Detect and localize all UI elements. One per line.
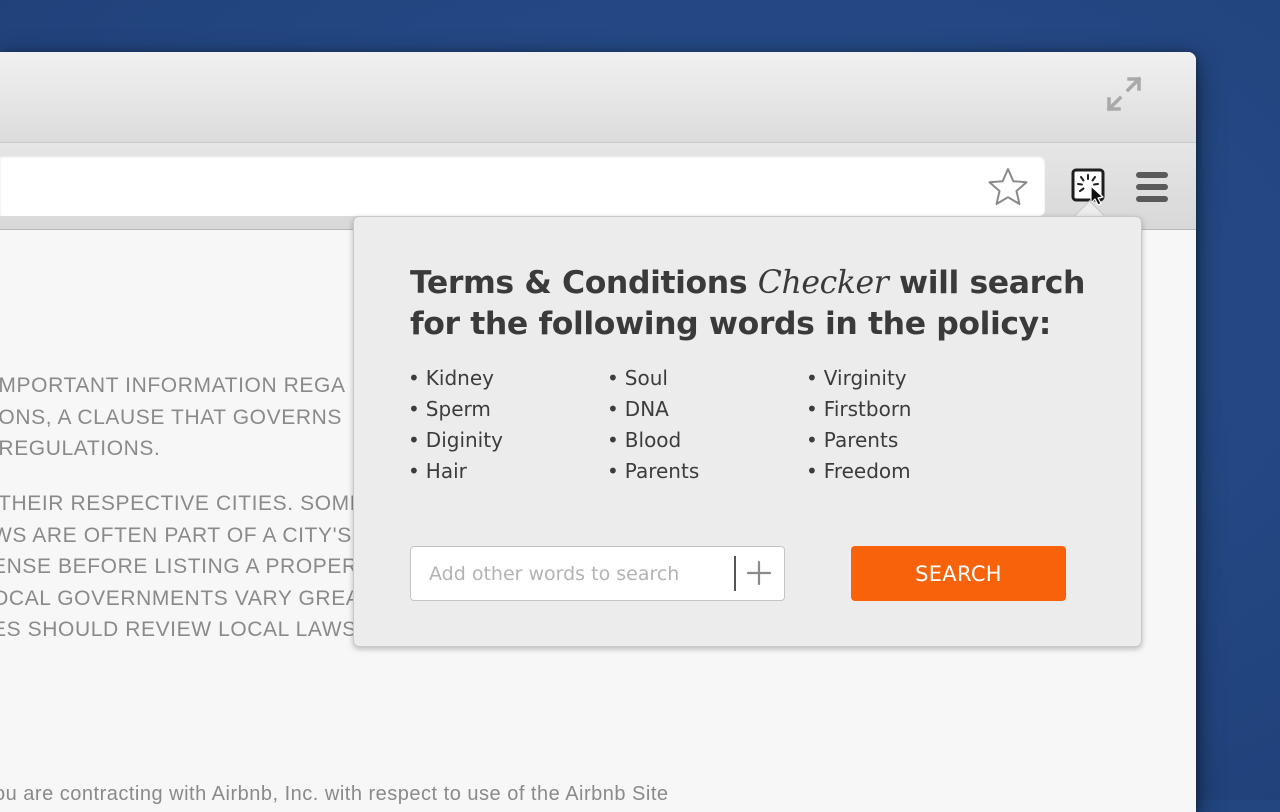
word-list-column: Kidney Sperm Diginity Hair — [408, 363, 503, 487]
word-item: Kidney — [408, 363, 503, 394]
address-bar[interactable] — [0, 156, 1045, 216]
word-item: Parents — [607, 456, 699, 487]
policy-line: THEIR RESPECTIVE CITIES. SOME — [0, 492, 365, 515]
word-item: Soul — [607, 363, 699, 394]
popup-title: Terms & Conditions Checker will search f… — [410, 263, 1090, 345]
hamburger-menu-icon[interactable] — [1134, 169, 1170, 205]
expand-icon[interactable] — [1104, 74, 1144, 114]
policy-line: IONS, A CLAUSE THAT GOVERNS — [0, 405, 342, 429]
word-item: Firstborn — [806, 394, 912, 425]
search-button[interactable]: SEARCH — [851, 546, 1066, 601]
word-item: DNA — [607, 394, 699, 425]
word-list-column: Soul DNA Blood Parents — [607, 363, 699, 487]
word-list-column: Virginity Firstborn Parents Freedom — [806, 363, 912, 487]
word-item: Freedom — [806, 456, 911, 487]
word-item: Hair — [408, 456, 503, 487]
policy-paragraph: THEIR RESPECTIVE CITIES. SOME WS ARE OFTE… — [0, 488, 385, 646]
title-text: Terms & Conditions — [410, 265, 758, 301]
policy-paragraph: IMPORTANT INFORMATION REGA IONS, A CLAUSE… — [0, 370, 346, 465]
policy-line: IMPORTANT INFORMATION REGA — [0, 374, 346, 397]
word-item: Virginity — [806, 363, 911, 394]
add-word-input[interactable] — [411, 547, 733, 600]
policy-line: REGULATIONS. — [0, 437, 161, 460]
word-item: Diginity — [408, 425, 503, 456]
policy-line: WS ARE OFTEN PART OF A CITY'S — [0, 523, 352, 547]
policy-footer-text: ou are contracting with Airbnb, Inc. wit… — [0, 783, 669, 805]
word-item: Blood — [607, 425, 699, 456]
title-bar — [0, 52, 1196, 142]
terms-checker-popup: Terms & Conditions Checker will search f… — [353, 216, 1142, 647]
add-word-field — [410, 546, 785, 601]
plus-icon[interactable] — [739, 553, 779, 593]
word-item: Sperm — [408, 394, 503, 425]
policy-line: ENSE BEFORE LISTING A PROPERTY — [0, 555, 386, 578]
policy-line: ES SHOULD REVIEW LOCAL LAWS — [0, 618, 357, 641]
policy-line: OCAL GOVERNMENTS VARY GREA — [0, 586, 361, 610]
star-icon[interactable] — [987, 166, 1029, 208]
word-item: Parents — [806, 425, 911, 456]
add-divider — [734, 556, 736, 591]
title-brand-italic: Checker — [757, 265, 889, 301]
